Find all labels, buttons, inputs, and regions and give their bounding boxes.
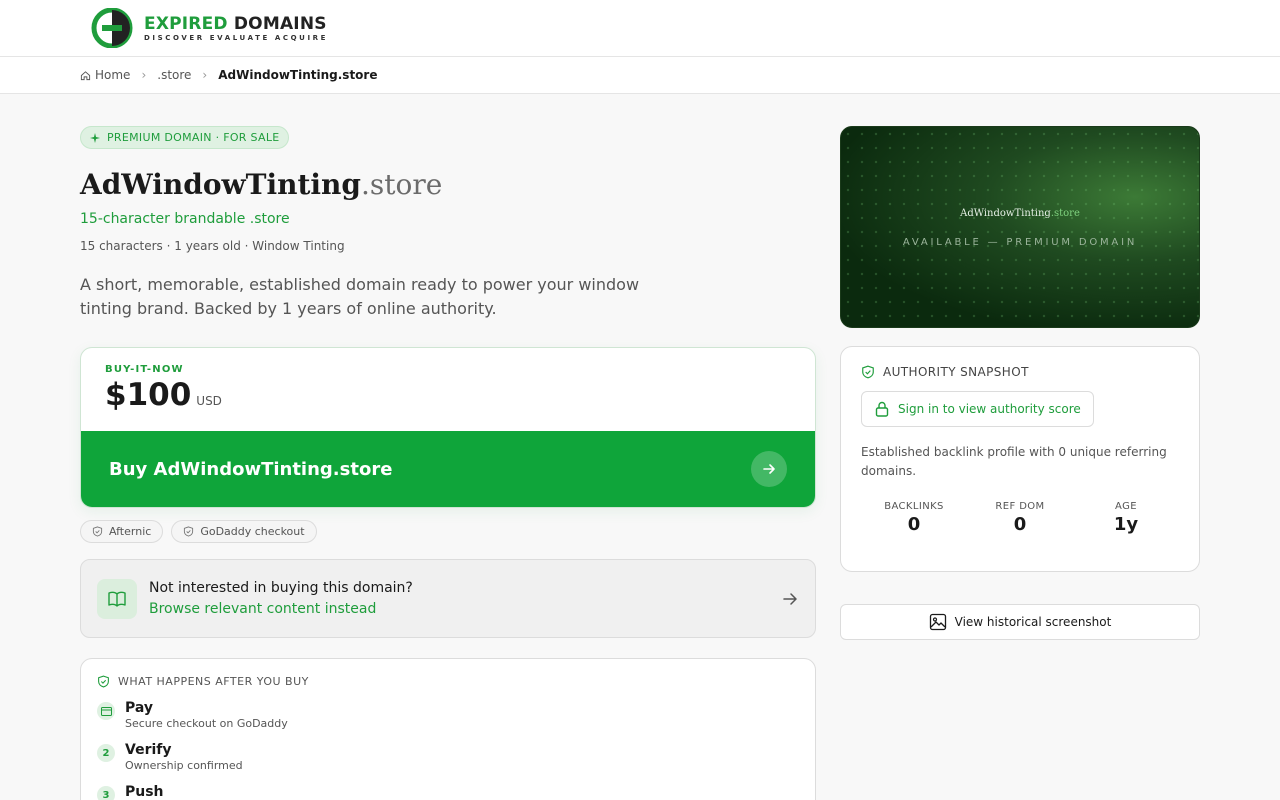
stat-label: AGE <box>1115 501 1137 512</box>
step-pay: Pay Secure checkout on GoDaddy <box>97 700 799 730</box>
logo-title: EXPIRED DOMAINS <box>144 14 328 34</box>
buy-label: BUY-IT-NOW <box>105 364 184 375</box>
domain-name: AdWindowTinting <box>80 168 361 201</box>
sign-in-label: Sign in to view authority score <box>898 402 1081 416</box>
browse-question: Not interested in buying this domain? <box>149 580 413 596</box>
shield-icon <box>184 526 194 537</box>
image-icon <box>929 613 946 631</box>
domain-description: A short, memorable, established domain r… <box>80 275 640 318</box>
step-title: Push <box>125 784 164 800</box>
breadcrumb-tld[interactable]: .store <box>157 68 191 82</box>
premium-badge: PREMIUM DOMAIN · FOR SALE <box>80 126 289 149</box>
step-number: 2 <box>97 744 115 762</box>
stat-value: 0 <box>1013 514 1027 535</box>
credit-card-icon <box>97 702 115 720</box>
lock-icon <box>875 401 889 417</box>
chip-godaddy: GoDaddy checkout <box>171 520 317 543</box>
chip-afternic-label: Afternic <box>109 525 152 538</box>
logo-word-expired: EXPIRED <box>144 13 228 34</box>
home-icon <box>80 70 91 80</box>
chevron-right-icon: › <box>141 68 147 82</box>
book-icon <box>97 578 137 619</box>
chip-afternic: Afternic <box>80 520 164 543</box>
shield-icon <box>92 526 103 537</box>
view-history-label: View historical screenshot <box>954 615 1112 629</box>
step-push: 3 Push <box>97 784 799 800</box>
site-logo[interactable]: EXPIRED DOMAINS DISCOVER EVALUATE ACQUIR… <box>88 8 328 48</box>
stat-label: REF DOM <box>995 501 1045 512</box>
breadcrumb-home-label: Home <box>95 68 131 82</box>
checkout-chips: Afternic GoDaddy checkout <box>80 520 816 543</box>
stat-label: BACKLINKS <box>884 501 944 512</box>
top-bar: EXPIRED DOMAINS DISCOVER EVALUATE ACQUIR… <box>0 0 1280 57</box>
left-column: PREMIUM DOMAIN · FOR SALE AdWindowTintin… <box>80 126 816 800</box>
domain-meta: 15 characters · 1 years old · Window Tin… <box>80 239 345 253</box>
logo-text: EXPIRED DOMAINS DISCOVER EVALUATE ACQUIR… <box>144 14 328 43</box>
logo-mark-icon <box>91 8 133 48</box>
currency: USD <box>196 394 222 408</box>
sign-in-button[interactable]: Sign in to view authority score <box>861 391 1094 427</box>
page-title: AdWindowTinting.store <box>80 167 816 203</box>
authority-description: Established backlink profile with 0 uniq… <box>861 445 1167 478</box>
sparkle-icon <box>90 132 100 143</box>
stat-value: 0 <box>907 514 921 535</box>
breadcrumb-current: AdWindowTinting.store <box>218 68 378 82</box>
view-history-button[interactable]: View historical screenshot <box>840 604 1200 640</box>
chevron-right-icon: › <box>202 68 208 82</box>
arrow-right-icon <box>783 592 797 605</box>
hero-domain-name: AdWindowTinting.store <box>841 208 1199 219</box>
browse-content-link[interactable]: Not interested in buying this domain? Br… <box>80 559 816 638</box>
hero-tagline: AVAILABLE — PREMIUM DOMAIN <box>902 237 1138 248</box>
step-subtitle: Ownership confirmed <box>125 759 243 772</box>
stat-age: AGE 1y <box>1073 501 1179 535</box>
authority-heading: AUTHORITY SNAPSHOT <box>883 365 1029 379</box>
buy-button[interactable]: Buy AdWindowTinting.store <box>81 431 815 507</box>
arrow-right-icon <box>751 451 787 487</box>
shield-check-icon <box>98 675 109 688</box>
price: $100 <box>105 377 192 413</box>
logo-tagline: DISCOVER EVALUATE ACQUIRE <box>144 33 329 42</box>
buy-card: BUY-IT-NOW $100 USD Buy AdWindowTinting.… <box>80 347 816 508</box>
shield-check-icon <box>862 365 874 379</box>
browse-link[interactable]: Browse relevant content instead <box>149 601 769 617</box>
breadcrumb: Home › .store › AdWindowTinting.store <box>0 57 1280 94</box>
breadcrumb-home[interactable]: Home <box>80 68 130 82</box>
chip-godaddy-label: GoDaddy checkout <box>200 525 305 538</box>
step-verify: 2 Verify Ownership confirmed <box>97 742 799 772</box>
stat-backlinks: BACKLINKS 0 <box>861 501 967 535</box>
buy-button-label: Buy AdWindowTinting.store <box>109 458 393 480</box>
stat-value: 1y <box>1113 514 1139 535</box>
after-heading: WHAT HAPPENS AFTER YOU BUY <box>118 675 309 688</box>
step-number: 3 <box>97 786 115 800</box>
after-purchase-card: WHAT HAPPENS AFTER YOU BUY Pay Secure ch… <box>80 658 816 800</box>
authority-card: AUTHORITY SNAPSHOT Sign in to view autho… <box>840 346 1200 572</box>
premium-badge-label: PREMIUM DOMAIN · FOR SALE <box>107 131 280 144</box>
right-column: AdWindowTinting.store AVAILABLE — PREMIU… <box>840 126 1200 640</box>
step-title: Pay <box>125 700 154 716</box>
step-subtitle: Secure checkout on GoDaddy <box>125 717 288 730</box>
domain-tld: .store <box>360 168 443 201</box>
domain-subtitle: 15-character brandable .store <box>80 211 290 227</box>
stat-ref-domains: REF DOM 0 <box>967 501 1073 535</box>
hero-tld: .store <box>1050 208 1080 219</box>
authority-stats: BACKLINKS 0 REF DOM 0 AGE 1y <box>861 501 1179 535</box>
domain-hero-image: AdWindowTinting.store AVAILABLE — PREMIU… <box>840 126 1200 328</box>
logo-word-domains: DOMAINS <box>233 13 327 34</box>
step-title: Verify <box>125 742 172 758</box>
hero-name: AdWindowTinting <box>960 208 1051 219</box>
